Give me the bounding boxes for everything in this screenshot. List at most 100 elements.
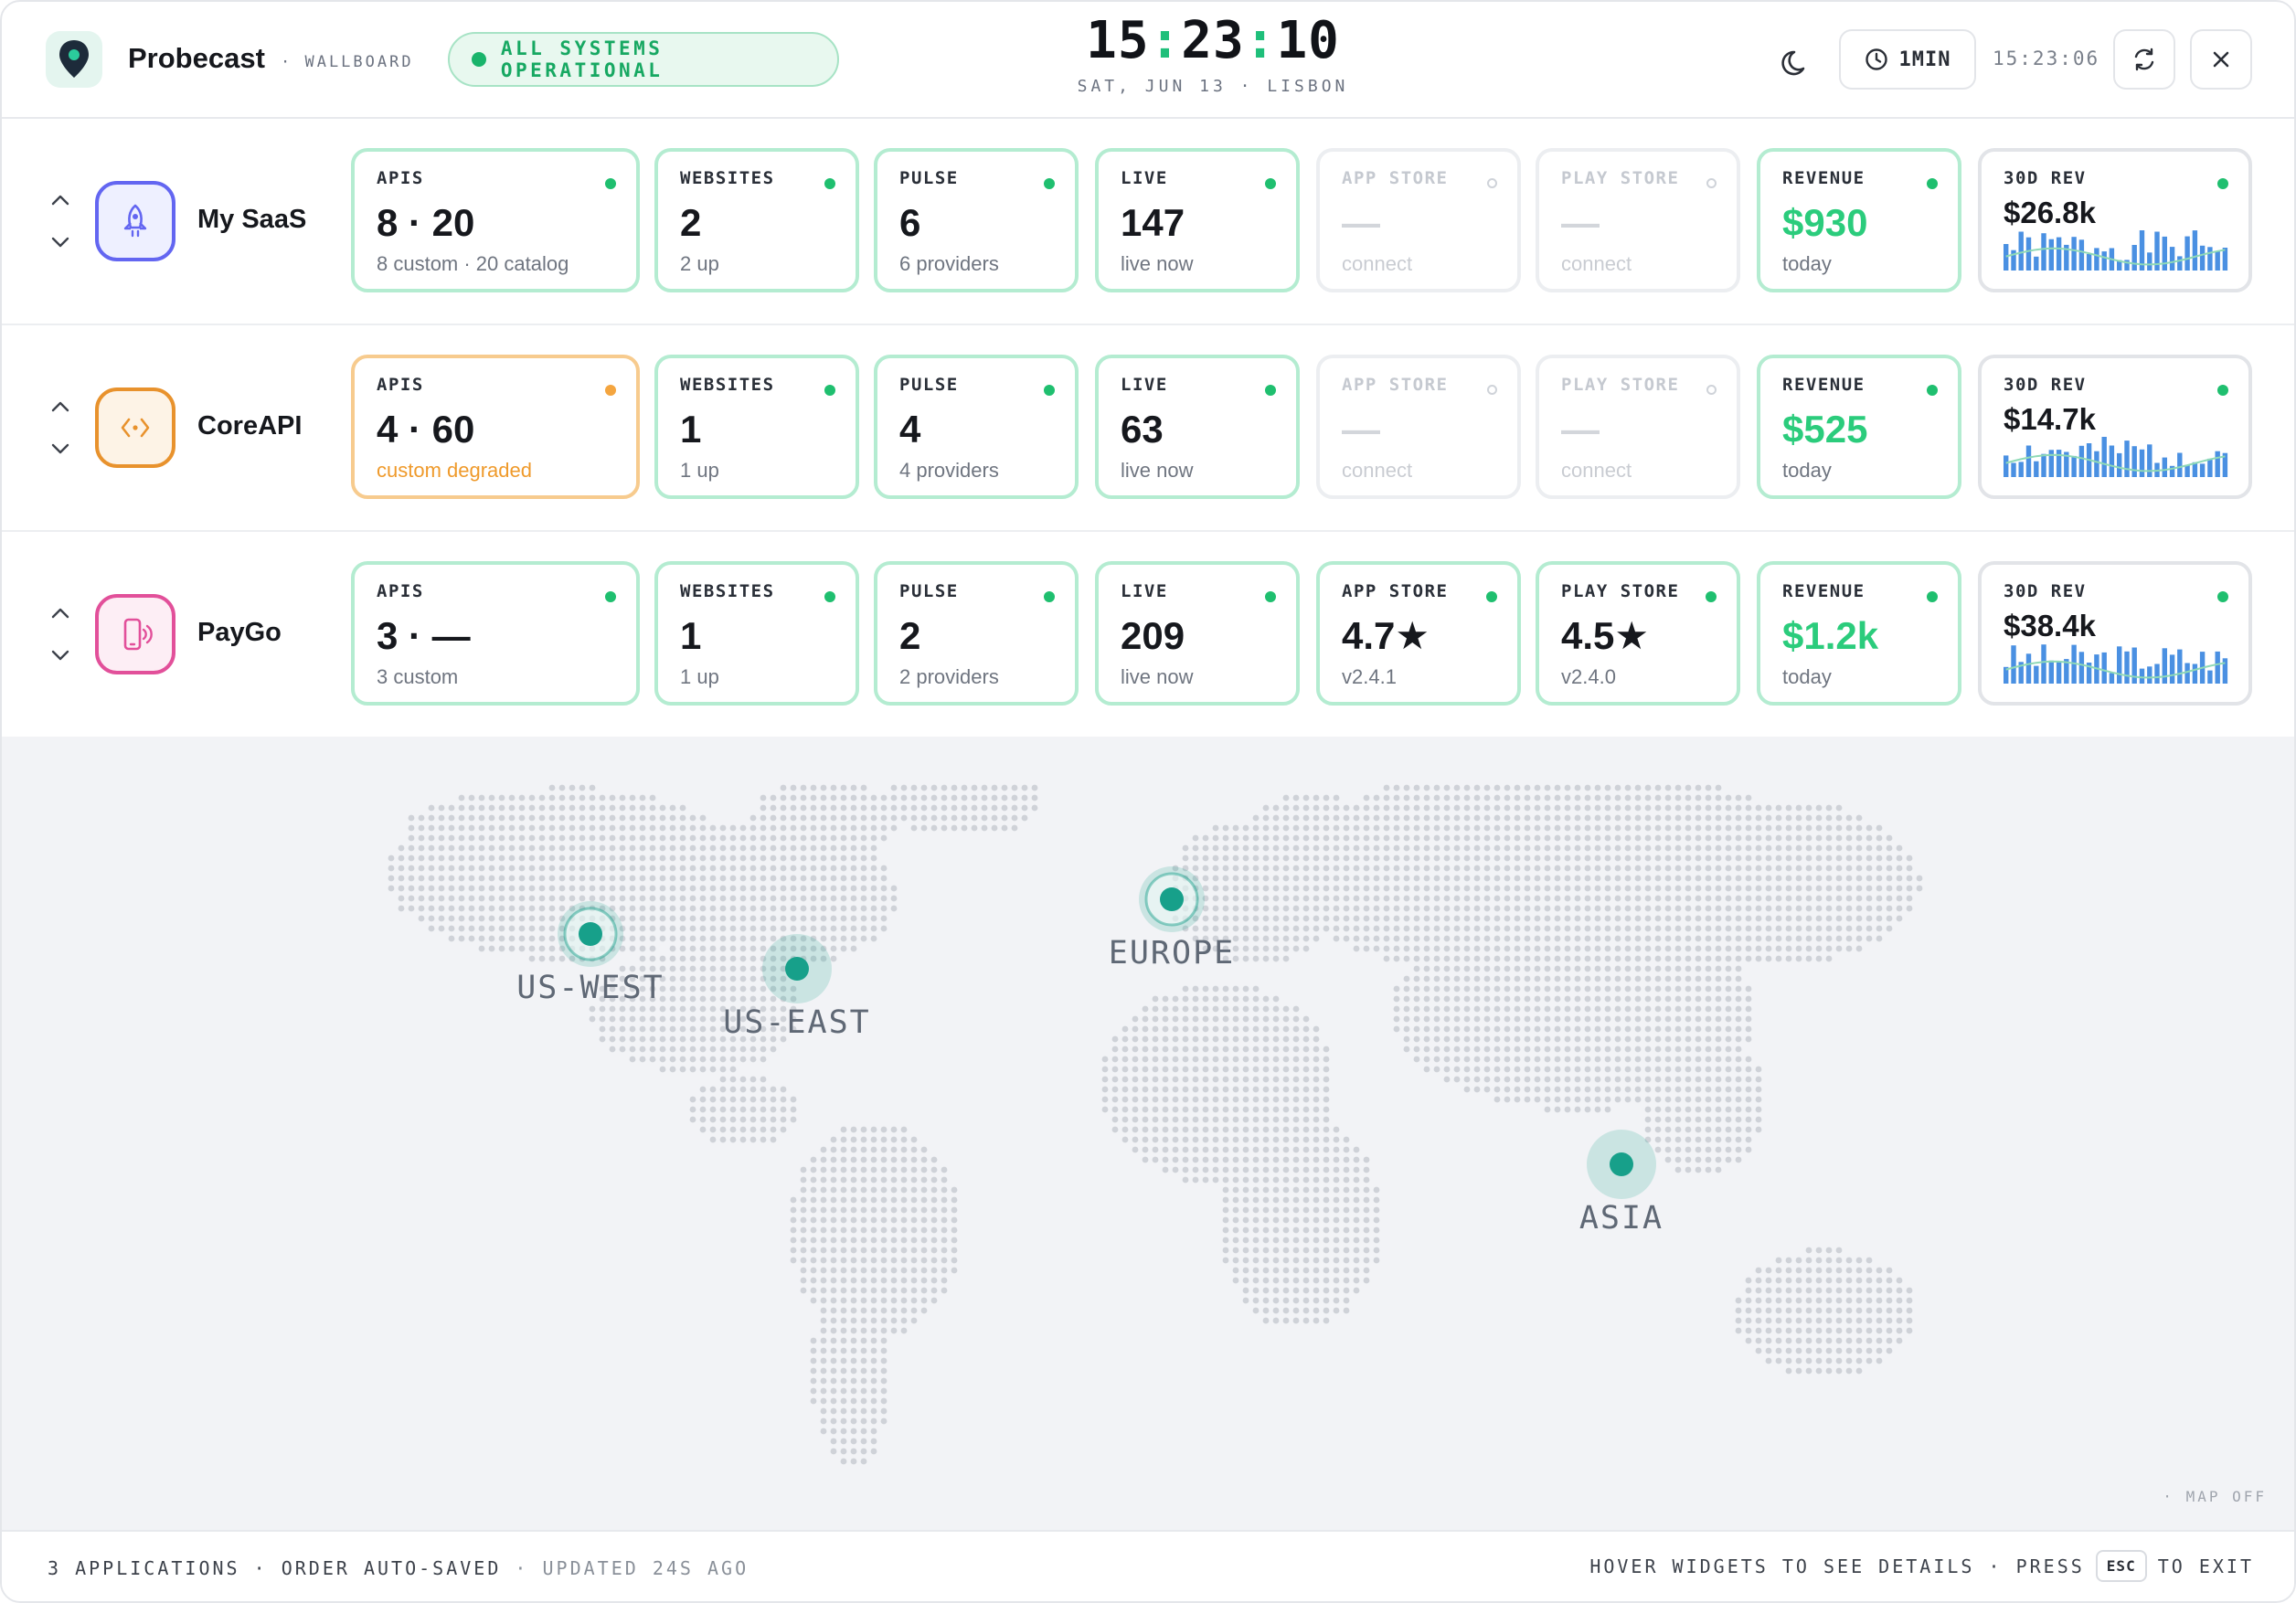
connect-link[interactable]: connect bbox=[1342, 252, 1499, 276]
map-dot bbox=[1453, 1015, 1461, 1023]
widget-app-store[interactable]: APP STORE 4.7★ v2.4.1 bbox=[1316, 561, 1521, 706]
map-dot bbox=[1755, 1297, 1762, 1304]
map-dot bbox=[1232, 1126, 1239, 1133]
widget-websites[interactable]: WEBSITES 1 1 up bbox=[654, 355, 859, 499]
widget-live[interactable]: LIVE 63 live now bbox=[1095, 355, 1300, 499]
region-marker-asia[interactable]: ASIA bbox=[1579, 1130, 1664, 1237]
map-dot bbox=[1765, 905, 1772, 912]
widget-label: APP STORE bbox=[1342, 581, 1449, 601]
map-dot bbox=[800, 1237, 807, 1244]
map-dot bbox=[1302, 794, 1310, 802]
map-dot bbox=[860, 1257, 867, 1264]
widget-30d-revenue[interactable]: 30D REV $14.7k bbox=[1978, 355, 2252, 499]
widget-pulse[interactable]: PULSE 6 6 providers bbox=[874, 148, 1079, 292]
map-dot bbox=[1333, 1126, 1340, 1133]
map-dot bbox=[1524, 1025, 1531, 1033]
widget-play-store[interactable]: PLAY STORE — connect bbox=[1536, 148, 1740, 292]
map-dot bbox=[1443, 824, 1451, 832]
map-dot bbox=[890, 1146, 898, 1153]
chevron-up-icon[interactable] bbox=[50, 400, 70, 413]
map-dot bbox=[1242, 1086, 1249, 1093]
widget-revenue[interactable]: REVENUE $930 today bbox=[1757, 148, 1961, 292]
chevron-down-icon[interactable] bbox=[50, 649, 70, 662]
map-dot bbox=[1152, 995, 1159, 1003]
widget-pulse[interactable]: PULSE 4 4 providers bbox=[874, 355, 1079, 499]
map-dot bbox=[1292, 1216, 1300, 1224]
map-dot bbox=[1624, 955, 1632, 962]
widget-play-store[interactable]: PLAY STORE 4.5★ v2.4.0 bbox=[1536, 561, 1740, 706]
map-dot bbox=[1292, 865, 1300, 872]
widget-apis[interactable]: APIS 3 · — 3 custom bbox=[351, 561, 640, 706]
widget-app-store[interactable]: APP STORE — connect bbox=[1316, 355, 1521, 499]
map-dot bbox=[418, 905, 425, 912]
chevron-up-icon[interactable] bbox=[50, 607, 70, 620]
widget-pulse[interactable]: PULSE 2 2 providers bbox=[874, 561, 1079, 706]
chevron-up-icon[interactable] bbox=[50, 194, 70, 207]
chevron-down-icon[interactable] bbox=[50, 236, 70, 249]
status-badge[interactable]: ALL SYSTEMS OPERATIONAL bbox=[448, 32, 839, 87]
map-dot bbox=[790, 1247, 797, 1254]
map-dot bbox=[1302, 1046, 1310, 1053]
widget-websites[interactable]: WEBSITES 2 2 up bbox=[654, 148, 859, 292]
map-dot bbox=[1313, 1046, 1320, 1053]
moon-icon[interactable] bbox=[1777, 42, 1813, 79]
widget-play-store[interactable]: PLAY STORE — connect bbox=[1536, 355, 1740, 499]
map-dot bbox=[1584, 865, 1591, 872]
connect-link[interactable]: connect bbox=[1561, 252, 1718, 276]
widget-label: PULSE bbox=[899, 375, 959, 395]
widget-app-store[interactable]: APP STORE — connect bbox=[1316, 148, 1521, 292]
map-toggle[interactable]: · MAP OFF bbox=[2163, 1488, 2267, 1505]
map-dot bbox=[1343, 1146, 1350, 1153]
reorder-control[interactable] bbox=[44, 194, 77, 249]
widget-revenue[interactable]: REVENUE $525 today bbox=[1757, 355, 1961, 499]
map-dot bbox=[1313, 865, 1320, 872]
map-dot bbox=[1423, 824, 1430, 832]
map-dot bbox=[1755, 1317, 1762, 1324]
map-dot bbox=[860, 834, 867, 842]
map-dot bbox=[1302, 945, 1310, 952]
connect-link[interactable]: connect bbox=[1561, 459, 1718, 483]
map-dot bbox=[860, 1237, 867, 1244]
map-dot bbox=[1644, 1046, 1652, 1053]
map-dot bbox=[760, 794, 767, 802]
map-dot bbox=[860, 1428, 867, 1435]
refresh-interval-button[interactable]: 1MIN bbox=[1839, 29, 1976, 90]
widget-30d-revenue[interactable]: 30D REV $38.4k bbox=[1978, 561, 2252, 706]
widget-live[interactable]: LIVE 147 live now bbox=[1095, 148, 1300, 292]
refresh-button[interactable] bbox=[2113, 29, 2175, 90]
map-dot bbox=[830, 925, 837, 932]
chevron-down-icon[interactable] bbox=[50, 442, 70, 455]
map-dot bbox=[1162, 1066, 1169, 1073]
map-dot bbox=[1252, 1096, 1260, 1103]
map-dot bbox=[1111, 1035, 1119, 1043]
map-dot bbox=[1212, 875, 1219, 882]
widget-30d-revenue[interactable]: 30D REV $26.8k bbox=[1978, 148, 2252, 292]
widget-websites[interactable]: WEBSITES 1 1 up bbox=[654, 561, 859, 706]
map-dot bbox=[518, 945, 526, 952]
reorder-control[interactable] bbox=[44, 400, 77, 455]
map-dot bbox=[910, 1176, 918, 1184]
map-dot bbox=[850, 1337, 857, 1344]
map-dot bbox=[790, 1237, 797, 1244]
widget-live[interactable]: LIVE 209 live now bbox=[1095, 561, 1300, 706]
widget-apis[interactable]: APIS 8 · 20 8 custom · 20 catalog bbox=[351, 148, 640, 292]
map-dot bbox=[659, 905, 666, 912]
connect-link[interactable]: connect bbox=[1342, 459, 1499, 483]
map-dot bbox=[1192, 865, 1199, 872]
map-dot bbox=[1554, 1046, 1561, 1053]
widget-apis[interactable]: APIS 4 · 60 custom degraded bbox=[351, 355, 640, 499]
map-dot bbox=[739, 895, 747, 902]
map-dot bbox=[1323, 1166, 1330, 1173]
widget-revenue[interactable]: REVENUE $1.2k today bbox=[1757, 561, 1961, 706]
map-dot bbox=[1483, 844, 1491, 852]
map-dot bbox=[780, 915, 787, 922]
map-dot bbox=[1393, 905, 1400, 912]
map-dot bbox=[629, 804, 636, 812]
map-dot bbox=[890, 1136, 898, 1143]
reorder-control[interactable] bbox=[44, 607, 77, 662]
close-button[interactable] bbox=[2190, 29, 2252, 90]
map-dot bbox=[689, 895, 696, 902]
map-dot bbox=[800, 824, 807, 832]
map-dot bbox=[1232, 1076, 1239, 1083]
map-dot bbox=[1473, 1005, 1481, 1013]
